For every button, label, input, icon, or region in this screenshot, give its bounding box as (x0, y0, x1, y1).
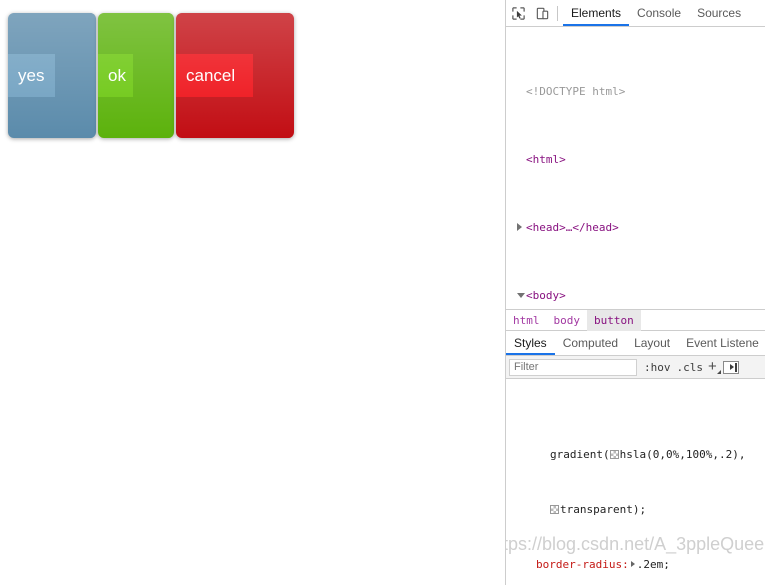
dom-line-html-open[interactable]: <html> (506, 151, 765, 168)
color-swatch-icon[interactable] (550, 505, 559, 515)
devtools-toolbar: Elements Console Sources (506, 0, 765, 27)
device-toolbar-icon[interactable] (530, 1, 554, 25)
rendered-page-viewport: yes ok cancel (0, 0, 505, 585)
dom-tree: <!DOCTYPE html> <html> <head>…</head> <b… (506, 27, 765, 309)
tab-layout[interactable]: Layout (626, 331, 678, 355)
css-declarations-pane: https://blog.csdn.net/A_3ppleQueen gradi… (506, 379, 765, 569)
tab-elements[interactable]: Elements (563, 0, 630, 26)
breadcrumb-item-button[interactable]: button (587, 309, 641, 331)
breadcrumb: html body button (506, 309, 765, 331)
tab-console[interactable]: Console (629, 0, 689, 26)
triangle-icon (729, 364, 734, 370)
button-yes[interactable]: yes (8, 13, 96, 138)
expand-arrow-icon[interactable] (630, 561, 635, 568)
css-line-gradient[interactable]: gradient(hsla(0,0%,100%,.2), (506, 448, 765, 462)
tab-event-listeners[interactable]: Event Listene (678, 331, 765, 355)
chevron-down-icon[interactable] (517, 293, 525, 298)
sidebar-bar-icon (734, 362, 737, 372)
button-ok-label: ok (108, 65, 126, 85)
button-ok[interactable]: ok (98, 13, 174, 138)
button-cancel-label: cancel (186, 65, 236, 85)
filter-input[interactable] (509, 358, 637, 376)
tab-styles[interactable]: Styles (506, 331, 555, 355)
plus-icon: + (708, 358, 717, 375)
cls-toggle-button[interactable]: .cls (674, 361, 707, 374)
styles-tabbar: Styles Computed Layout Event Listene (506, 331, 765, 356)
toolbar-divider (557, 5, 558, 21)
hov-toggle-button[interactable]: :hov (641, 361, 674, 374)
dropdown-corner-icon (716, 370, 721, 374)
breadcrumb-item-html[interactable]: html (506, 310, 547, 331)
button-yes-label: yes (18, 65, 45, 85)
new-style-rule-button[interactable]: + (706, 358, 721, 375)
dom-line-doctype[interactable]: <!DOCTYPE html> (506, 83, 765, 100)
dom-line-body-open[interactable]: <body> (506, 287, 765, 304)
chevron-right-icon[interactable] (517, 223, 522, 231)
color-swatch-icon[interactable] (609, 449, 619, 459)
styles-filter-bar: :hov .cls + (506, 356, 765, 379)
tab-sources[interactable]: Sources (689, 0, 749, 26)
inspect-element-icon[interactable] (506, 1, 530, 25)
show-computed-sidebar-icon[interactable] (722, 360, 739, 374)
css-decl-border-radius[interactable]: border-radius: .2em; (506, 558, 765, 569)
watermark-text: https://blog.csdn.net/A_3ppleQueen (506, 534, 765, 555)
dom-line-head[interactable]: <head>…</head> (506, 219, 765, 236)
css-line-transparent[interactable]: transparent); (506, 503, 765, 517)
button-cancel[interactable]: cancel (176, 13, 294, 138)
breadcrumb-item-body[interactable]: body (547, 310, 588, 331)
devtools-panel: Elements Console Sources <!DOCTYPE html>… (505, 0, 765, 585)
tab-computed[interactable]: Computed (555, 331, 626, 355)
button-group: yes ok cancel (8, 13, 296, 138)
